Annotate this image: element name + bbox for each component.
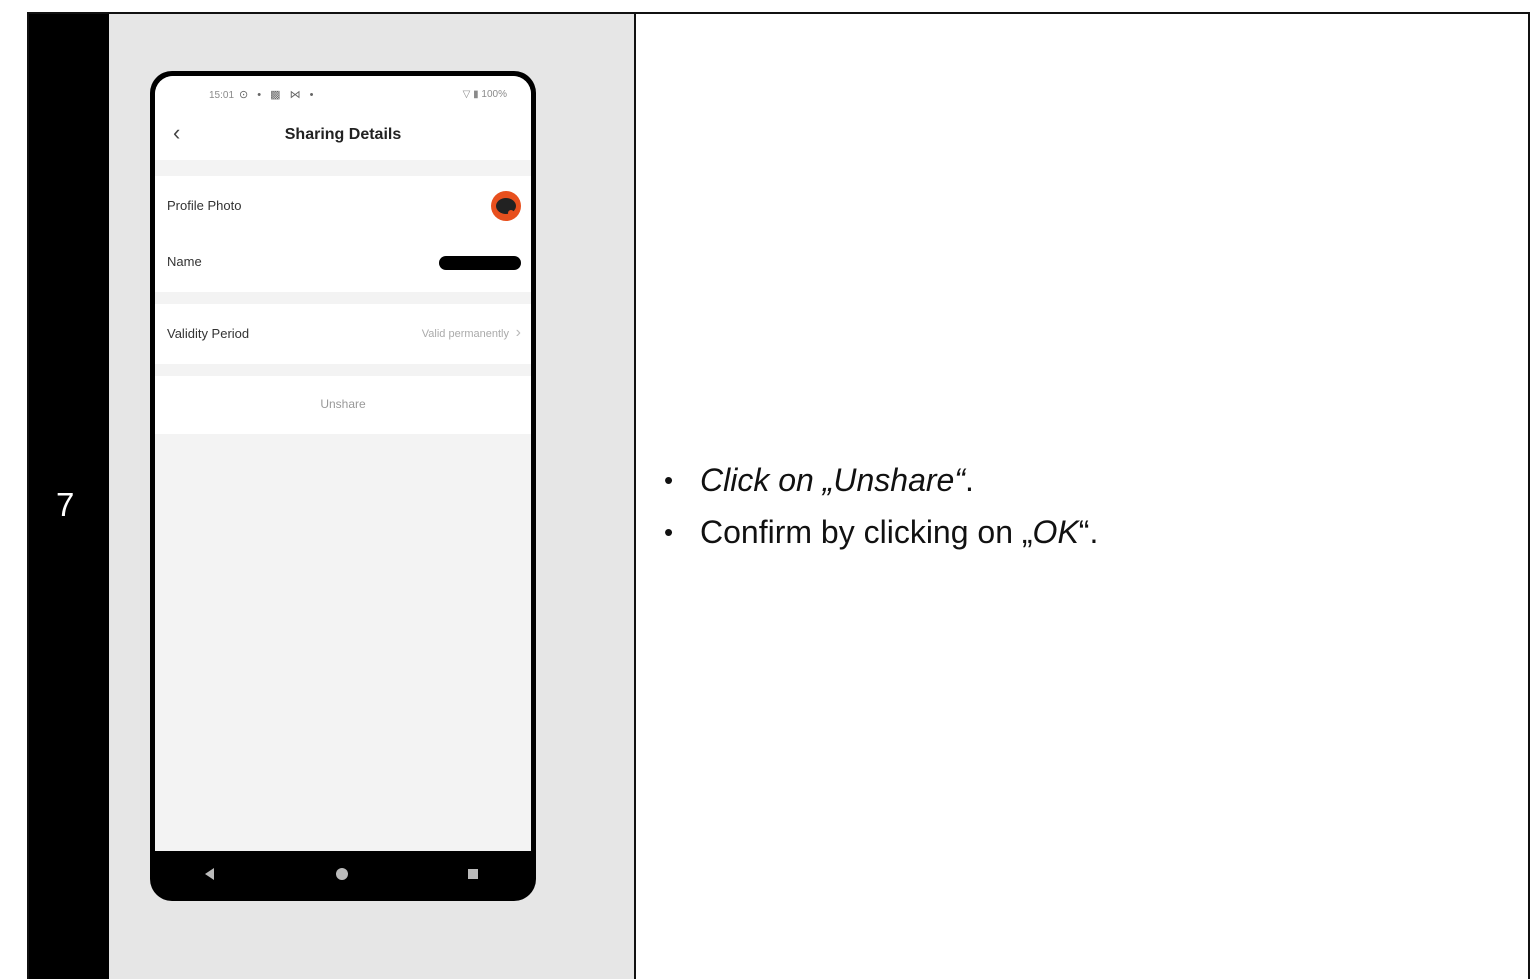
page-title: Sharing Details	[284, 126, 402, 143]
unshare-button[interactable]: Unshare	[155, 376, 531, 434]
battery-indicator: ▽ ▮ 100%	[462, 89, 507, 100]
bullet-icon: •	[664, 465, 674, 495]
instruction-item: • Confirm by clicking on „OK“.	[660, 506, 1098, 558]
chevron-right-icon: ›	[515, 324, 521, 341]
avatar	[491, 191, 521, 221]
nav-back-icon[interactable]	[205, 868, 214, 880]
android-nav-bar	[150, 851, 536, 901]
validity-period-value: Valid permanently	[421, 328, 509, 340]
nav-home-icon[interactable]	[336, 868, 348, 880]
phone-screen: 15:01 ⊙ • ▩ ⋈ • ▽ ▮ 100% ‹ Sharing Detai…	[155, 76, 531, 851]
status-bar: 15:01 ⊙ • ▩ ⋈ • ▽ ▮ 100%	[155, 76, 531, 110]
notification-icons: ⊙ • ▩ ⋈ •	[239, 89, 317, 101]
bullet-icon: •	[664, 517, 674, 547]
instruction-suffix: “.	[1078, 514, 1099, 550]
unshare-label: Unshare	[320, 397, 366, 411]
validity-period-label: Validity Period	[167, 326, 250, 341]
name-label: Name	[167, 254, 202, 269]
step-number: 7	[56, 486, 75, 523]
instruction-list: • Click on „Unshare“. • Confirm by click…	[660, 454, 1098, 558]
instruction-item: • Click on „Unshare“.	[660, 454, 1098, 506]
instruction-emphasis: OK	[1032, 514, 1079, 550]
profile-photo-row: Profile Photo	[155, 176, 531, 234]
validity-period-row[interactable]: Validity Period Valid permanently ›	[155, 304, 531, 364]
nav-recents-icon[interactable]	[468, 869, 478, 879]
status-time: 15:01	[209, 90, 235, 101]
step-column: 7	[29, 14, 109, 979]
profile-photo-label: Profile Photo	[167, 198, 242, 213]
instruction-text: Click on „Unshare“	[700, 462, 965, 498]
avatar-eye-icon	[496, 198, 516, 216]
instruction-column: • Click on „Unshare“. • Confirm by click…	[636, 14, 1528, 979]
instruction-text: Confirm by clicking on „	[700, 514, 1033, 550]
instruction-suffix: .	[964, 462, 974, 498]
phone-mockup: 15:01 ⊙ • ▩ ⋈ • ▽ ▮ 100% ‹ Sharing Detai…	[150, 71, 536, 901]
app-header: ‹ Sharing Details	[155, 110, 531, 160]
name-redacted-value	[439, 256, 521, 270]
name-row: Name	[155, 234, 531, 292]
